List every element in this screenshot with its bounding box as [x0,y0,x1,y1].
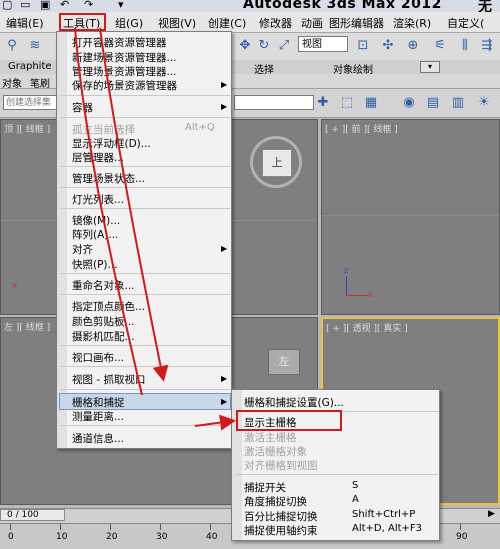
annotation-arrow-1 [99,27,169,382]
annotation-arrow-3 [194,414,236,431]
annotation-arrows [74,27,236,431]
